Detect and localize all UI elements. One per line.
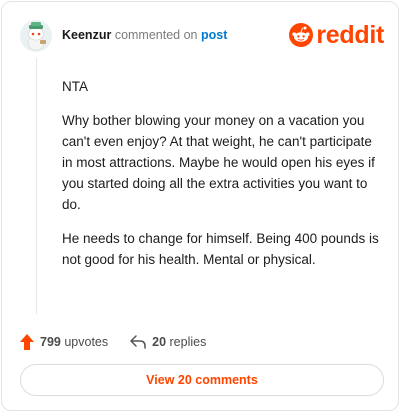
replies-button[interactable]: 20 replies: [130, 335, 206, 349]
commented-on-text: commented on: [114, 28, 198, 42]
reddit-wordmark: reddit: [316, 21, 384, 49]
comment-header: Keenzur commented on post reddit: [20, 20, 384, 54]
replies-count: 20: [152, 335, 167, 349]
upvote-button[interactable]: 799 upvotes: [20, 334, 108, 350]
thread-line: [36, 58, 37, 314]
reply-arrow-icon: [130, 335, 146, 349]
comment-body: NTA Why bother blowing your money on a v…: [62, 76, 384, 283]
upvotes-count: 799: [40, 335, 61, 349]
comment-meta: Keenzur commented on post: [62, 28, 227, 43]
comment-paragraph: He needs to change for himself. Being 40…: [62, 231, 379, 267]
reddit-logo[interactable]: reddit: [289, 20, 384, 50]
upvote-arrow-icon: [20, 334, 34, 350]
comment-card: Keenzur commented on post reddit NTA Why…: [1, 1, 399, 411]
avatar[interactable]: [20, 20, 52, 52]
view-comments-button[interactable]: View 20 comments: [20, 364, 384, 396]
comment-actions: 799 upvotes 20 replies: [20, 332, 206, 352]
upvotes-label: upvotes: [64, 335, 109, 349]
comment-paragraph: NTA: [62, 79, 88, 94]
post-link[interactable]: post: [201, 28, 227, 42]
author-name[interactable]: Keenzur: [62, 28, 111, 42]
replies-label: replies: [169, 335, 207, 349]
snoo-avatar-icon: [20, 20, 52, 52]
comment-paragraph: Why bother blowing your money on a vacat…: [62, 113, 375, 212]
reddit-logo-icon: [289, 23, 314, 47]
